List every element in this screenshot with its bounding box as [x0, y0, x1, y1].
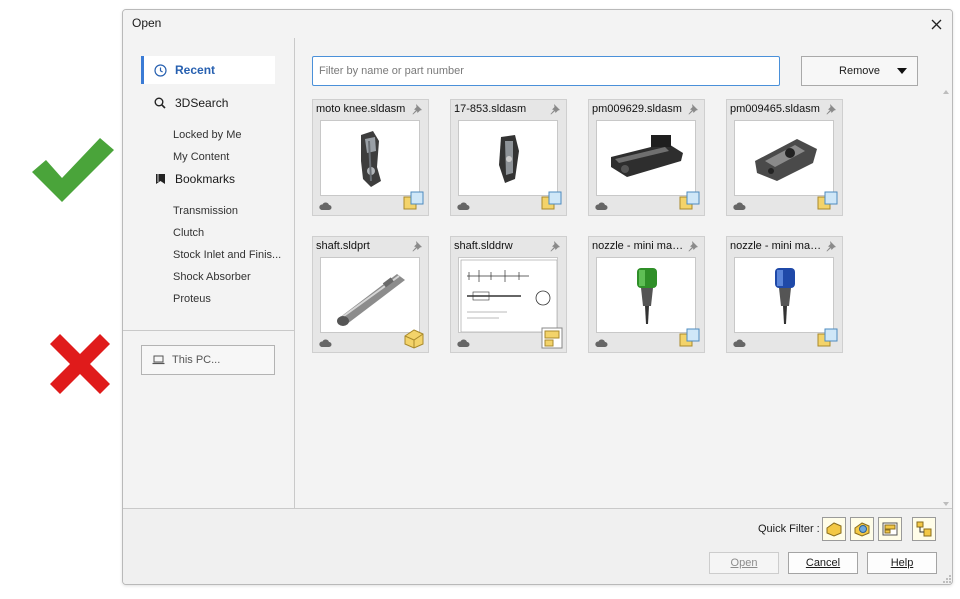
file-card[interactable]: nozzle - mini maxj... — [588, 236, 705, 353]
pin-icon[interactable] — [687, 103, 699, 115]
clock-icon — [153, 63, 167, 77]
cloud-icon — [457, 202, 470, 210]
sidebar-item-label: Bookmarks — [175, 172, 236, 186]
file-name: shaft.slddrw — [454, 240, 513, 252]
cloud-icon — [595, 202, 608, 210]
cloud-icon — [733, 202, 746, 210]
page: Open Recent 3DSearch Locked by Me My Con… — [0, 0, 960, 599]
open-dialog: Open Recent 3DSearch Locked by Me My Con… — [122, 9, 953, 585]
moto-knee-thumbnail — [320, 120, 420, 196]
file-card[interactable]: pm009629.sldasm — [588, 99, 705, 216]
file-name: nozzle - mini maxj... — [730, 240, 822, 252]
remove-dropdown-button[interactable]: Remove — [801, 56, 918, 86]
cloud-icon — [319, 202, 332, 210]
cloud-icon — [319, 339, 332, 347]
resize-grip-icon[interactable] — [942, 574, 952, 584]
file-card[interactable]: pm009465.sldasm — [726, 99, 843, 216]
assembly-file-icon — [403, 191, 424, 210]
file-name: shaft.sldprt — [316, 240, 370, 252]
help-button[interactable]: Help — [867, 552, 937, 574]
file-card[interactable]: 17-853.sldasm — [450, 99, 567, 216]
shaft-drawing-thumbnail — [458, 257, 558, 333]
assembly-file-icon — [817, 191, 838, 210]
pin-icon[interactable] — [411, 240, 423, 252]
file-name: pm009629.sldasm — [592, 103, 682, 115]
file-card[interactable]: shaft.sldprt — [312, 236, 429, 353]
pin-icon[interactable] — [549, 240, 561, 252]
pin-icon[interactable] — [687, 240, 699, 252]
bookmark-item-stock-inlet[interactable]: Stock Inlet and Finis... — [173, 249, 281, 261]
search-icon — [153, 96, 167, 110]
assembly-file-icon — [817, 328, 838, 347]
dialog-footer: Quick Filter : Open Cancel Help — [123, 508, 952, 584]
pin-icon[interactable] — [411, 103, 423, 115]
close-icon — [931, 19, 941, 29]
sidebar-item-label: Recent — [175, 63, 216, 77]
bookmark-item-transmission[interactable]: Transmission — [173, 205, 238, 217]
title-bar: Open — [123, 10, 952, 38]
sidebar-item-bookmarks[interactable]: Bookmarks — [153, 170, 235, 188]
filter-parts-button[interactable] — [822, 517, 846, 541]
red-cross-icon — [50, 334, 110, 394]
sidebar-item-3dsearch[interactable]: 3DSearch — [153, 94, 228, 112]
pm009465-thumbnail — [734, 120, 834, 196]
assembly-file-icon — [541, 191, 562, 210]
file-browser: Remove moto knee.sldasm — [295, 38, 952, 508]
bookmark-item-shock-absorber[interactable]: Shock Absorber — [173, 271, 251, 283]
file-name: nozzle - mini maxj... — [592, 240, 684, 252]
sidebar-item-locked-by-me[interactable]: Locked by Me — [173, 129, 241, 141]
sidebar-item-my-content[interactable]: My Content — [173, 151, 229, 163]
scroll-down-icon[interactable] — [943, 502, 949, 506]
laptop-icon — [152, 355, 165, 365]
bookmark-icon — [153, 172, 167, 186]
bookmark-item-clutch[interactable]: Clutch — [173, 227, 204, 239]
shaft-part-thumbnail — [320, 257, 420, 333]
nozzle-green-thumbnail — [596, 257, 696, 333]
file-card[interactable]: moto knee.sldasm — [312, 99, 429, 216]
this-pc-label: This PC... — [172, 354, 221, 366]
part-file-icon — [404, 329, 424, 349]
file-card[interactable]: shaft.slddrw — [450, 236, 567, 353]
file-name: moto knee.sldasm — [316, 103, 406, 115]
filter-input[interactable] — [312, 56, 780, 86]
open-button[interactable]: Open — [709, 552, 779, 574]
filter-top-assemblies-icon — [916, 521, 932, 537]
pm009629-thumbnail — [596, 120, 696, 196]
pin-icon[interactable] — [549, 103, 561, 115]
cancel-button[interactable]: Cancel — [788, 552, 858, 574]
remove-label: Remove — [839, 65, 880, 77]
pin-icon[interactable] — [825, 240, 837, 252]
this-pc-button[interactable]: This PC... — [141, 345, 275, 375]
file-name: 17-853.sldasm — [454, 103, 527, 115]
assembly-file-icon — [679, 191, 700, 210]
filter-assemblies-button[interactable] — [850, 517, 874, 541]
sidebar-item-label: 3DSearch — [175, 96, 229, 110]
drawing-file-icon — [541, 327, 563, 349]
filter-top-assemblies-button[interactable] — [912, 517, 936, 541]
filter-drawings-button[interactable] — [878, 517, 902, 541]
file-name: pm009465.sldasm — [730, 103, 820, 115]
sidebar-divider — [123, 330, 295, 331]
bookmark-item-proteus[interactable]: Proteus — [173, 293, 211, 305]
scroll-up-icon[interactable] — [943, 90, 949, 94]
quick-filter-label: Quick Filter : — [758, 523, 820, 535]
assembly-file-icon — [679, 328, 700, 347]
sidebar-item-recent[interactable]: Recent — [141, 56, 275, 84]
sidebar: Recent 3DSearch Locked by Me My Content … — [123, 38, 295, 508]
green-checkmark-icon — [32, 138, 114, 202]
filter-drawings-icon — [882, 522, 898, 536]
filter-assemblies-icon — [854, 522, 870, 537]
cloud-icon — [457, 339, 470, 347]
close-button[interactable] — [926, 14, 946, 34]
vertical-scrollbar[interactable] — [940, 90, 952, 506]
cloud-icon — [733, 339, 746, 347]
pin-icon[interactable] — [825, 103, 837, 115]
filter-parts-icon — [826, 522, 842, 537]
17-853-thumbnail — [458, 120, 558, 196]
chevron-down-icon — [897, 68, 907, 74]
cloud-icon — [595, 339, 608, 347]
file-card[interactable]: nozzle - mini maxj... — [726, 236, 843, 353]
dialog-title: Open — [132, 16, 162, 30]
nozzle-blue-thumbnail — [734, 257, 834, 333]
